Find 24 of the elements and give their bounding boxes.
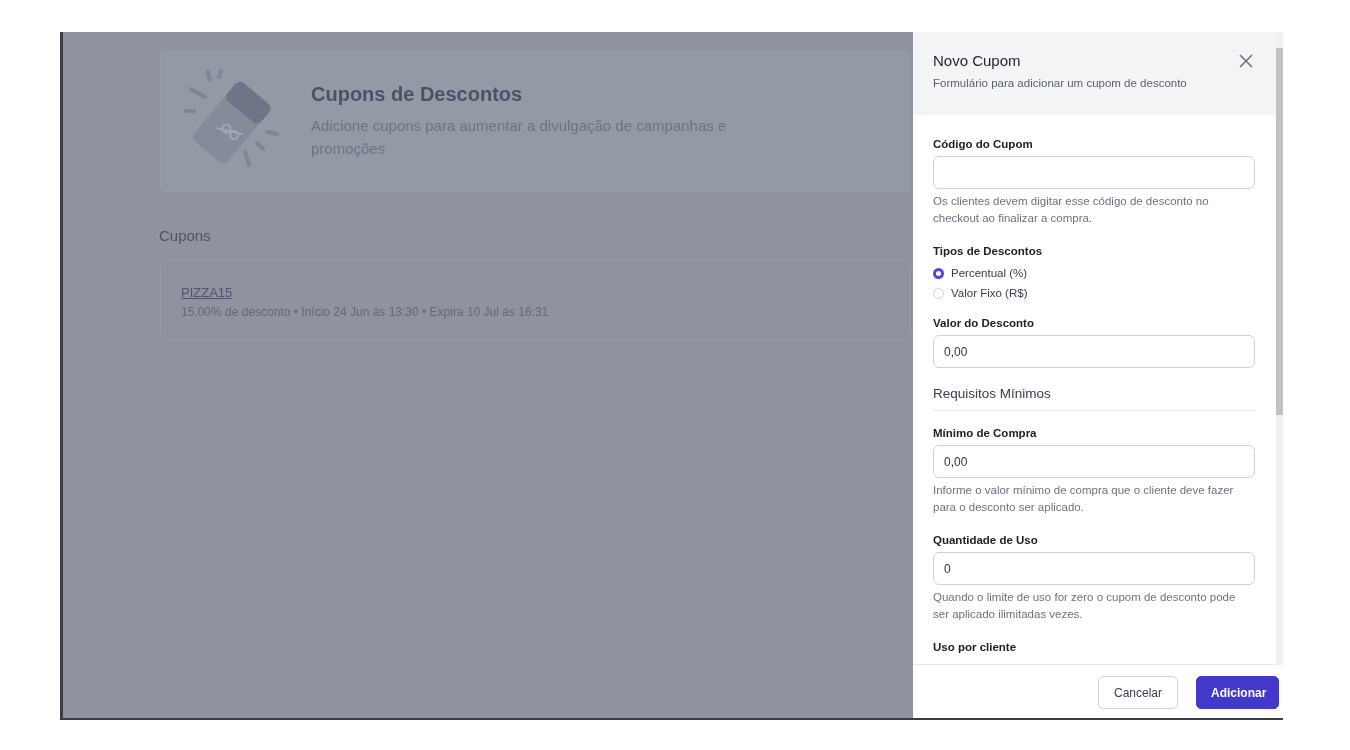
field-label: Código do Cupom: [933, 138, 1034, 150]
field-label: Valor do Desconto: [933, 317, 1035, 329]
page-title: Cupons de Descontos: [311, 82, 524, 106]
help-text: Informe o valor mínimo de compra que o cliente deve fazer para o desconto ser aplicado.: [933, 483, 1235, 515]
input-field[interactable]: 0: [933, 552, 1255, 585]
option-label[interactable]: Valor Fixo (R$): [951, 287, 1028, 299]
field-label: Mínimo de Compra: [933, 427, 1038, 439]
drawer-subtitle: Formulário para adicionar um cupom de desconto: [933, 77, 1188, 89]
input-field[interactable]: [933, 156, 1255, 189]
close-icon[interactable]: [1239, 54, 1253, 68]
help-text: Quando o limite de uso for zero o cupom de desconto pode ser aplicado ilimitadas vezes.: [933, 590, 1237, 622]
cancel-button[interactable]: Cancelar: [1098, 676, 1178, 709]
help-text: Os clientes devem digitar esse código de desconto no checkout ao finalizar a compra.: [933, 194, 1210, 226]
section-heading: Cupons: [159, 227, 212, 244]
input-field[interactable]: 0,00: [933, 335, 1255, 368]
input-field[interactable]: 0,00: [933, 445, 1255, 478]
option-label[interactable]: Percentual (%): [951, 267, 1028, 279]
drawer-title: Novo Cupom: [933, 52, 1021, 69]
field-label: Quantidade de Uso: [933, 534, 1039, 546]
field-label: Tipos de Descontos: [933, 245, 1044, 257]
add-button[interactable]: Adicionar: [1196, 676, 1279, 709]
field-label: Uso por cliente: [933, 641, 1018, 653]
radio-button[interactable]: [933, 267, 944, 279]
section-heading: Requisitos Mínimos: [933, 386, 1255, 411]
